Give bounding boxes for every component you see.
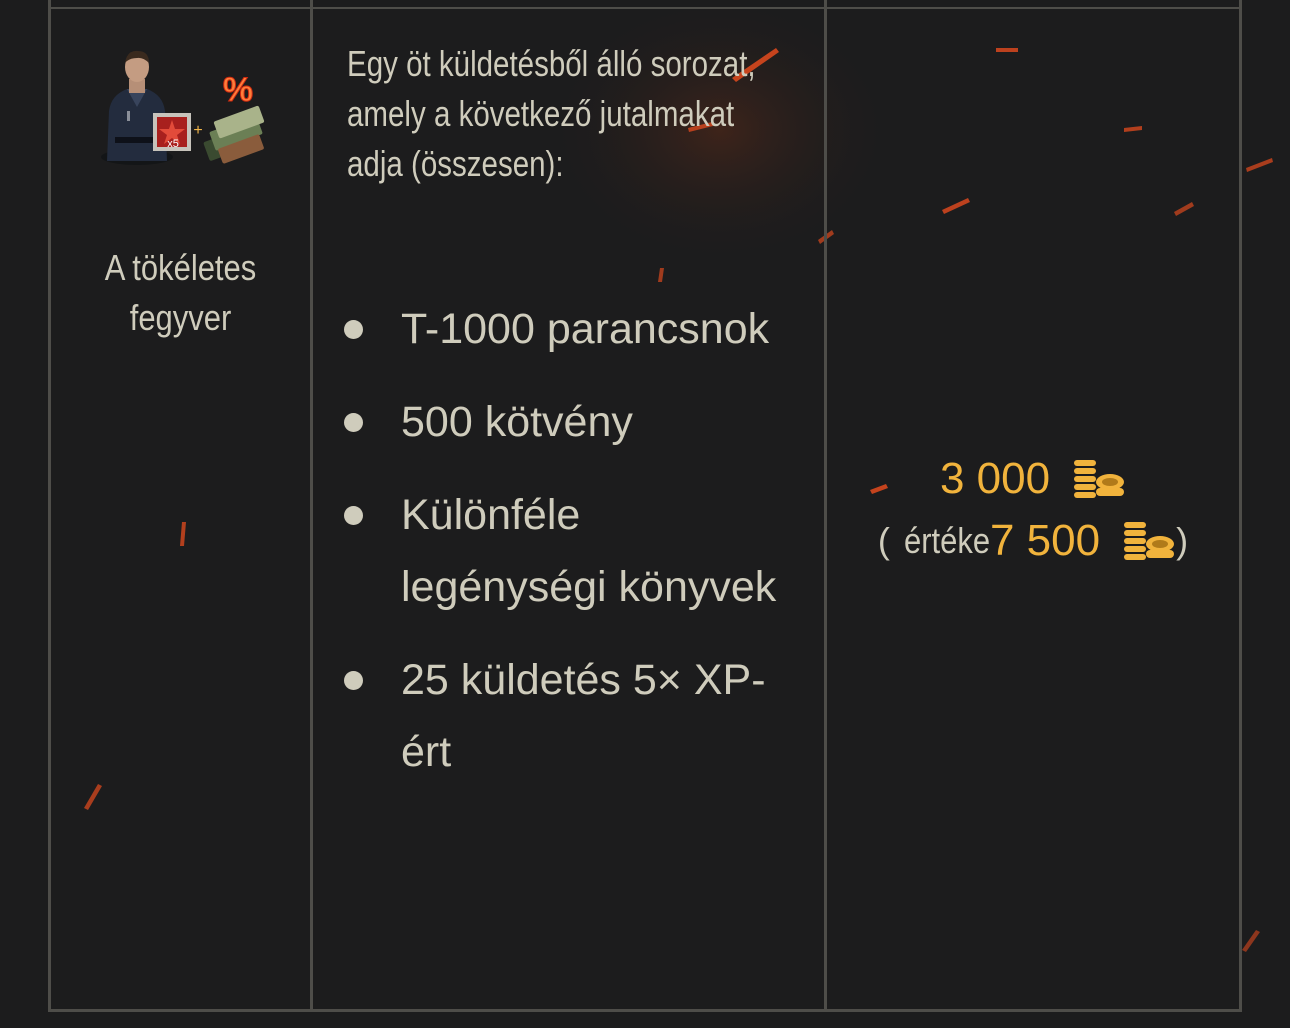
gold-coins-icon xyxy=(1124,522,1175,560)
svg-text:+: + xyxy=(193,122,202,139)
value-label: értéke xyxy=(903,520,990,561)
reward-list: T-1000 parancsnok 500 kötvény Különféle … xyxy=(313,293,824,809)
gold-coins-icon xyxy=(1074,460,1125,498)
reward-label: 25 küldetés 5× XP-ért xyxy=(401,656,766,776)
list-item: 500 kötvény xyxy=(313,386,824,458)
commander-with-discount-bundle-icon: x5 + % xyxy=(101,50,265,165)
rewards-cell: Egy öt küldetésből álló sorozat, amely a… xyxy=(313,0,827,1009)
value-amount: 7 500 xyxy=(989,516,1101,565)
bullet-icon xyxy=(344,413,363,432)
offer-table: x5 + % A tökéletes fegyver Egy öt küldet… xyxy=(48,0,1242,1012)
bullet-icon xyxy=(344,320,363,339)
reward-label: 500 kötvény xyxy=(401,398,633,446)
reward-label: T-1000 parancsnok xyxy=(401,305,770,353)
list-item: 25 küldetés 5× XP-ért xyxy=(313,644,824,788)
mission-description: Egy öt küldetésből álló sorozat, amely a… xyxy=(347,43,756,184)
price-amount: 3 000 xyxy=(939,454,1051,503)
reward-label: Különféle legénységi könyvek xyxy=(401,491,777,611)
list-item: T-1000 parancsnok xyxy=(313,293,824,365)
price-cell: 3 000 ( értéke 7 500) xyxy=(827,0,1239,1009)
mission-name: A tökéletes fegyver xyxy=(104,247,257,338)
bullet-icon xyxy=(344,506,363,525)
mission-cell: x5 + % A tökéletes fegyver xyxy=(51,0,313,1009)
svg-text:%: % xyxy=(223,71,253,109)
svg-text:x5: x5 xyxy=(167,138,179,150)
price-block: 3 000 ( értéke 7 500) xyxy=(827,451,1239,571)
bullet-icon xyxy=(344,671,363,690)
price-value-row: ( értéke 7 500 ) xyxy=(877,516,1189,565)
price-row: 3 000 xyxy=(940,451,1126,507)
list-item: Különféle legénységi könyvek xyxy=(313,479,824,623)
